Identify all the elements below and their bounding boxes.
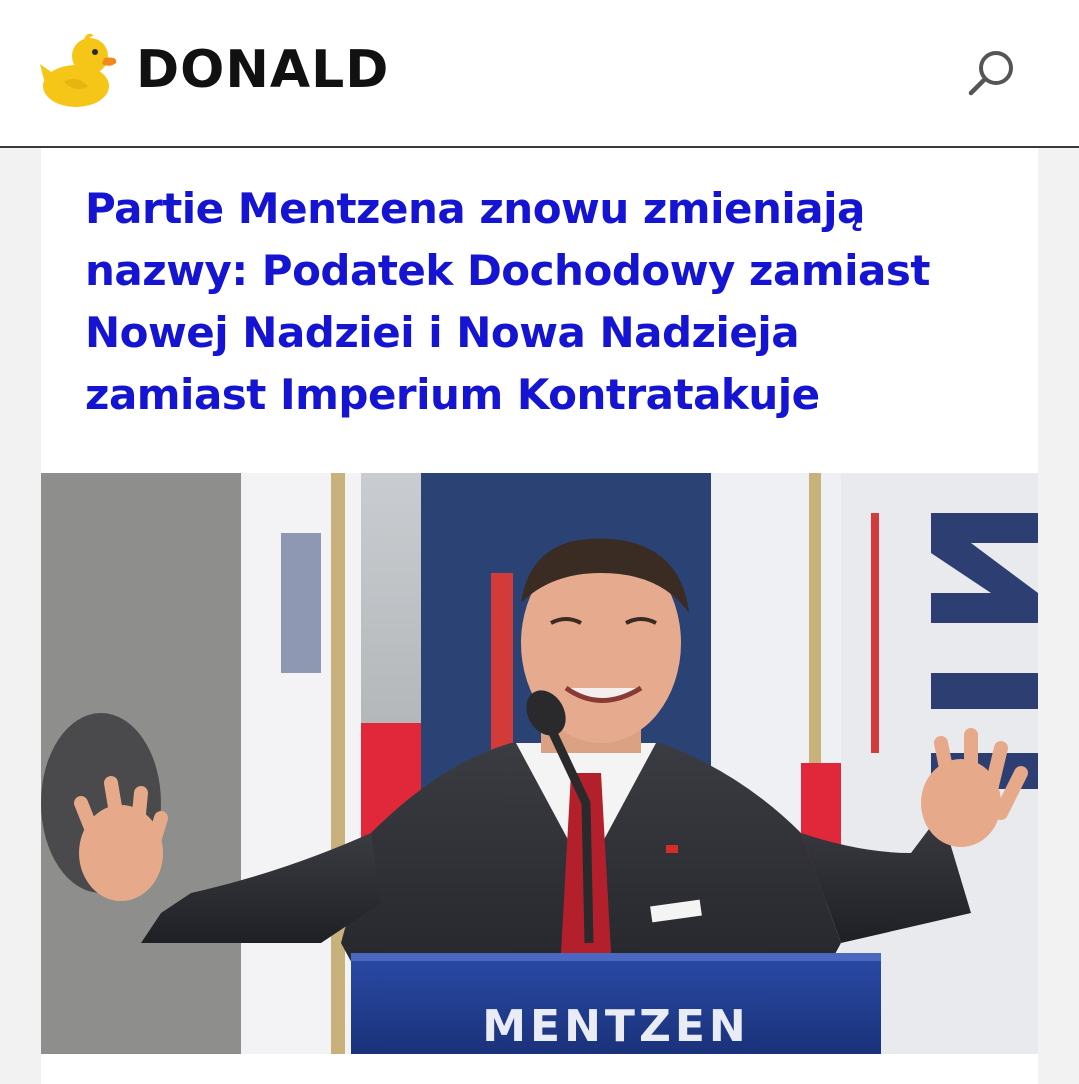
site-logo[interactable]: DONALD — [40, 28, 389, 112]
brand-name: DONALD — [136, 40, 390, 100]
search-icon — [968, 51, 1013, 96]
article-headline[interactable]: Partie Mentzena znowu zmieniają nazwy: P… — [85, 178, 985, 426]
photo-illustration: MENTZEN — [41, 473, 1038, 1054]
site-header: DONALD — [0, 0, 1079, 148]
article-card: Partie Mentzena znowu zmieniają nazwy: P… — [41, 148, 1038, 1084]
search-button[interactable] — [964, 46, 1020, 102]
article-photo[interactable]: MENTZEN — [41, 473, 1038, 1054]
duck-icon — [40, 33, 117, 107]
podium-label: MENTZEN — [482, 1001, 749, 1052]
